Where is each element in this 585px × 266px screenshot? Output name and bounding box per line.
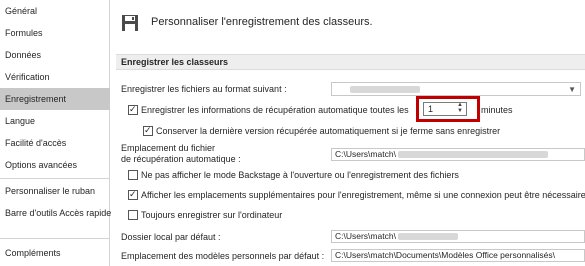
autorecover-location-value: C:\Users\match\ (335, 149, 396, 159)
always-save-computer-checkbox[interactable] (128, 210, 138, 220)
page-title: Personnaliser l'enregistrement des class… (151, 16, 373, 28)
no-backstage-checkbox[interactable] (128, 170, 138, 180)
sidebar-item-general[interactable]: Général (0, 0, 110, 22)
checkmark-icon: ✓ (129, 189, 137, 199)
keep-last-version-checkbox[interactable]: ✓ (143, 125, 153, 136)
templates-location-input[interactable]: C:\Users\match\Documents\Modèles Office … (331, 249, 585, 262)
autorecover-minutes-spinner[interactable]: 1 ▲ ▼ (423, 102, 467, 116)
sidebar-separator (0, 178, 110, 179)
autorecover-checkbox[interactable]: ✓ (128, 104, 138, 115)
sidebar-item-proofing[interactable]: Vérification (0, 66, 110, 88)
sidebar-item-advanced[interactable]: Options avancées (0, 154, 110, 176)
save-options-panel: Personnaliser l'enregistrement des class… (111, 0, 585, 266)
no-backstage-label: Ne pas afficher le mode Backstage à l'ou… (141, 170, 459, 180)
autorecover-label: Enregistrer les informations de récupéra… (141, 105, 409, 115)
autorecover-location-label-2: de récupération automatique : (121, 154, 241, 164)
redacted-path (397, 233, 458, 241)
always-save-computer-label: Toujours enregistrer sur l'ordinateur (141, 210, 283, 220)
redacted-path (397, 151, 548, 159)
sidebar-item-accessibility[interactable]: Facilité d'accès (0, 132, 110, 154)
save-format-value (350, 86, 420, 94)
section-header: Enregistrer les classeurs (116, 54, 585, 70)
show-extra-places-label: Afficher les emplacements supplémentaire… (141, 190, 585, 200)
sidebar-item-quick-access-toolbar[interactable]: Barre d'outils Accès rapide (0, 202, 111, 224)
sidebar-item-data[interactable]: Données (0, 44, 110, 66)
section-title: Enregistrer les classeurs (121, 57, 229, 67)
spin-down-icon[interactable]: ▼ (457, 108, 463, 114)
local-folder-input[interactable]: C:\Users\match\ (331, 230, 585, 243)
local-folder-label: Dossier local par défaut : (121, 232, 221, 242)
sidebar-separator (0, 238, 110, 239)
sidebar-item-language[interactable]: Langue (0, 110, 110, 132)
local-folder-value: C:\Users\match\ (335, 231, 396, 241)
save-format-dropdown[interactable]: ▼ (331, 82, 581, 96)
options-sidebar: Général Formules Données Vérification En… (0, 0, 111, 266)
sidebar-item-save[interactable]: Enregistrement (0, 88, 110, 110)
keep-last-version-label: Conserver la dernière version récupérée … (156, 126, 501, 136)
templates-location-value: C:\Users\match\Documents\Modèles Office … (335, 250, 555, 260)
save-icon (122, 15, 138, 31)
minutes-label: minutes (481, 105, 513, 115)
checkmark-icon: ✓ (129, 104, 137, 114)
sidebar-item-addins[interactable]: Compléments (0, 242, 110, 264)
autorecover-minutes-value: 1 (428, 104, 434, 114)
autorecover-location-label-1: Emplacement du fichier (121, 143, 216, 153)
show-extra-places-checkbox[interactable]: ✓ (128, 189, 138, 200)
sidebar-item-formulas[interactable]: Formules (0, 22, 110, 44)
sidebar-item-customize-ribbon[interactable]: Personnaliser le ruban (0, 180, 110, 202)
checkmark-icon: ✓ (144, 125, 152, 135)
templates-location-label: Emplacement des modèles personnels par d… (121, 251, 325, 261)
autorecover-location-input[interactable]: C:\Users\match\ (331, 148, 585, 161)
save-format-label: Enregistrer les fichiers au format suiva… (121, 84, 287, 94)
chevron-down-icon: ▼ (568, 85, 576, 94)
